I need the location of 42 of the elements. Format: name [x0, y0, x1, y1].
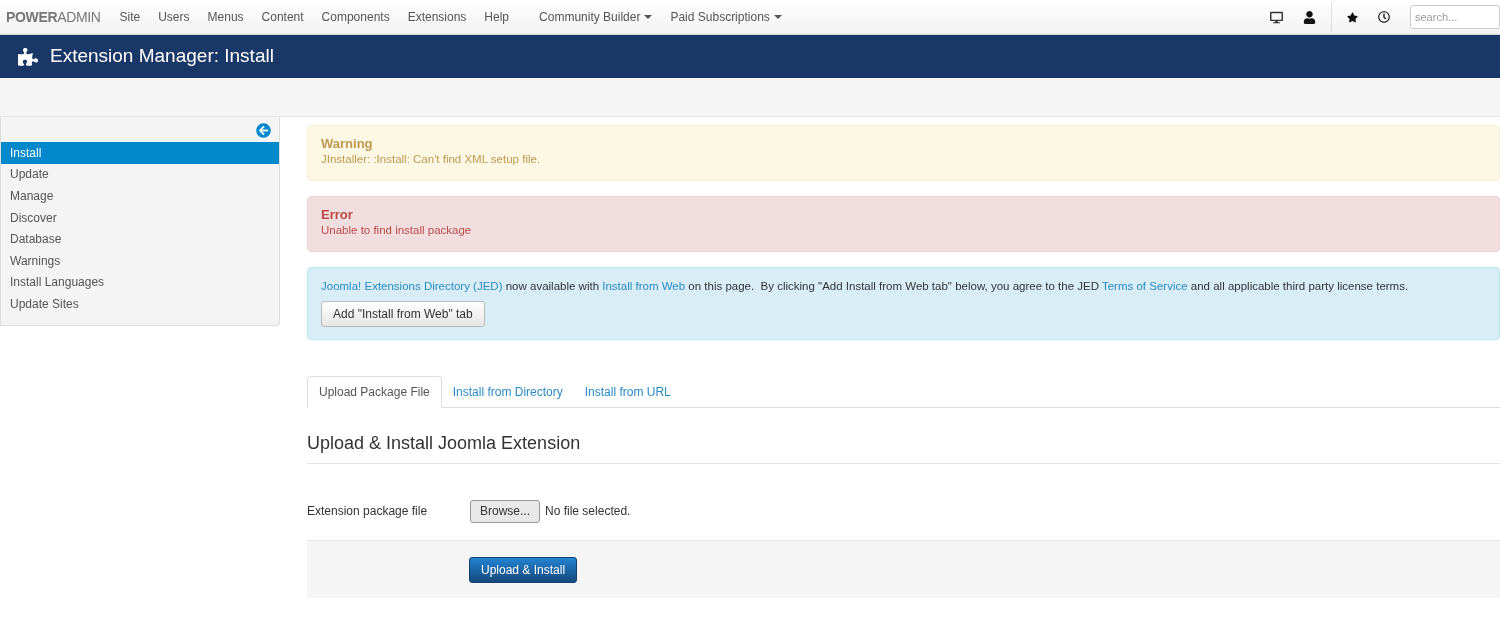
- field-label: Extension package file: [307, 503, 429, 520]
- tab[interactable]: Upload Package File: [307, 376, 442, 408]
- nav-menu-item[interactable]: Menus: [198, 8, 253, 26]
- file-status: No file selected.: [545, 503, 631, 520]
- collapse-icon[interactable]: [256, 123, 271, 138]
- clock-icon[interactable]: [1378, 11, 1390, 23]
- nav-menu-item[interactable]: Extensions: [398, 8, 476, 26]
- caret-icon: [773, 15, 782, 19]
- puzzle-icon: [18, 46, 38, 67]
- browse-button[interactable]: Browse...: [470, 499, 540, 523]
- alert-heading: Error: [321, 207, 354, 223]
- search-field[interactable]: search...: [1410, 5, 1500, 29]
- sidebar-item[interactable]: Warnings: [1, 249, 279, 272]
- user-icon[interactable]: [1303, 10, 1316, 24]
- alert-heading: Warning: [321, 136, 374, 152]
- star-icon[interactable]: [1347, 11, 1358, 23]
- sidebar-item[interactable]: Manage: [1, 185, 279, 207]
- monitor-icon[interactable]: [1270, 10, 1283, 24]
- alert-message: Unable to find install package: [321, 223, 473, 238]
- upload-install-button[interactable]: Upload & Install: [469, 556, 578, 583]
- nav-menu-item[interactable]: Community Builder: [530, 8, 662, 26]
- sidebar-item[interactable]: Database: [1, 228, 279, 250]
- nav-menu-item[interactable]: Site: [110, 8, 150, 26]
- sidebar-item[interactable]: Discover: [1, 206, 279, 229]
- nav-menu-item[interactable]: Components: [312, 8, 399, 26]
- tab[interactable]: Install from Directory: [441, 376, 574, 407]
- info-message: Joomla! Extensions Directory (JED) now available with Install from Web on this page. By clicking "Add Install from Web tab" below, you agree to the JED Terms of Service and all applicable third party license terms.: [321, 279, 1410, 294]
- caret-icon: [644, 15, 653, 19]
- section-heading: Upload & Install Joomla Extension: [307, 430, 1500, 464]
- sidebar-item[interactable]: Install Languages: [1, 271, 279, 294]
- sidebar-item[interactable]: Update: [1, 163, 279, 186]
- nav-menu-item[interactable]: Content: [252, 8, 313, 26]
- tab[interactable]: Install from URL: [573, 376, 682, 407]
- brand-logo[interactable]: POWERADMIN: [6, 6, 101, 28]
- page-title: Extension Manager: Install: [50, 44, 274, 69]
- alert-message: JInstaller: :Install: Can't find XML setup file.: [321, 152, 542, 167]
- sidebar-item[interactable]: Update Sites: [1, 293, 279, 315]
- nav-menu-item[interactable]: Help: [475, 8, 519, 26]
- sidebar-item[interactable]: Install: [1, 142, 279, 164]
- nav-menu-item[interactable]: Users: [149, 8, 199, 26]
- add-tab-button[interactable]: Add "Install from Web" tab: [321, 301, 485, 327]
- nav-menu-item[interactable]: Paid Subscriptions: [661, 8, 791, 26]
